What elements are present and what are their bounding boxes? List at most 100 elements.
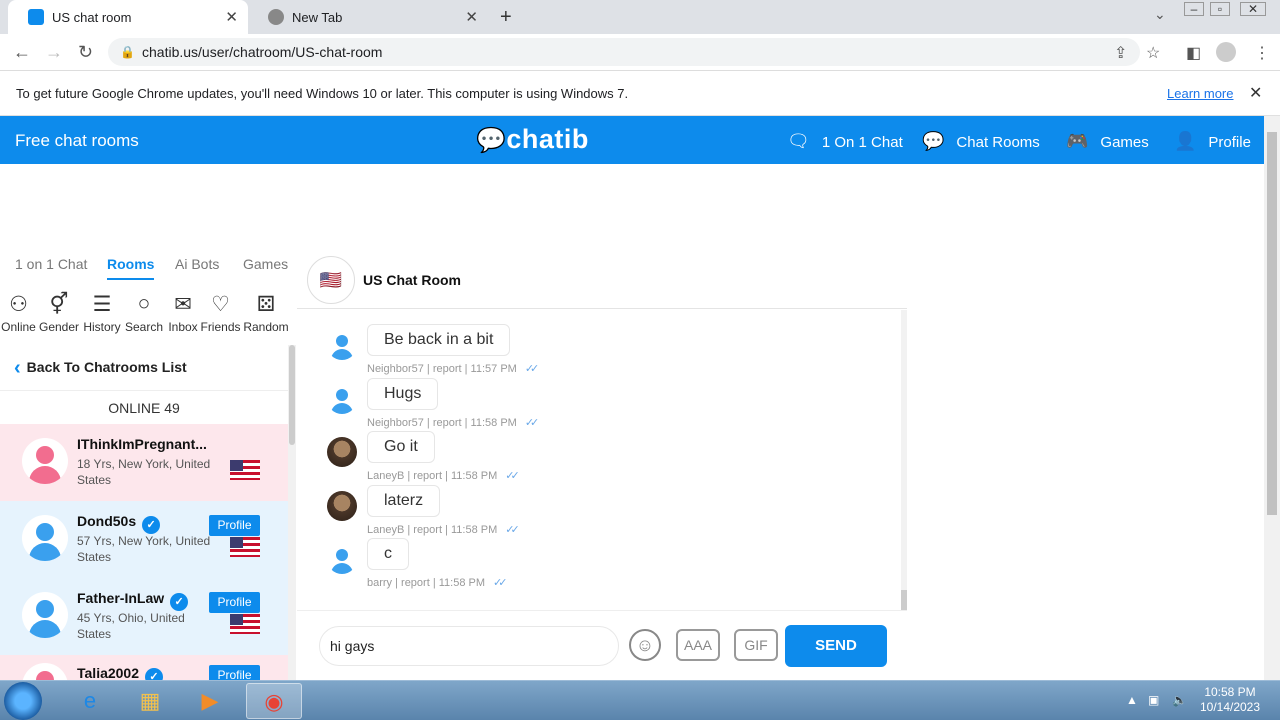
internet-explorer-icon[interactable]: e bbox=[62, 683, 118, 719]
new-tab-button[interactable]: + bbox=[500, 6, 512, 29]
inbox-button[interactable]: ✉ Inbox bbox=[166, 292, 200, 334]
nav-profile[interactable]: 👤 Profile bbox=[1174, 131, 1251, 152]
icon-label: Gender bbox=[38, 320, 80, 334]
message-meta-text: Neighbor57 | report | 11:57 PM bbox=[367, 363, 517, 375]
emoji-icon[interactable]: ☺ bbox=[629, 629, 661, 661]
online-button[interactable]: ⚇ Online bbox=[0, 292, 37, 334]
avatar[interactable] bbox=[327, 544, 357, 574]
nav-1on1-chat[interactable]: 🗨 1 On 1 Chat bbox=[787, 131, 903, 152]
minimize-button[interactable]: – bbox=[1184, 2, 1204, 16]
sidebar-scrollbar-thumb[interactable] bbox=[289, 345, 295, 445]
chat-bubble-icon: 🗨 bbox=[787, 131, 810, 151]
user-list-item[interactable]: IThinkImPregnant... 18 Yrs, New York, Un… bbox=[0, 424, 288, 501]
text-format-button[interactable]: AAA bbox=[676, 629, 720, 661]
avatar bbox=[22, 663, 68, 680]
avatar bbox=[22, 592, 68, 638]
volume-muted-icon[interactable]: 🔈 bbox=[1172, 693, 1187, 707]
user-meta: 18 Yrs, New York, United States bbox=[77, 457, 211, 487]
chat-message: Hugs Neighbor57 | report | 11:58 PM ✓✓ bbox=[327, 378, 847, 432]
gif-button[interactable]: GIF bbox=[734, 629, 778, 661]
forward-arrow-icon[interactable]: → bbox=[45, 42, 63, 63]
send-button[interactable]: SEND bbox=[785, 625, 887, 667]
media-player-icon[interactable]: ▶ bbox=[182, 683, 238, 719]
list-icon: ☰ bbox=[92, 293, 112, 316]
icon-label: History bbox=[83, 320, 121, 334]
user-list-item[interactable]: Father-InLaw ✓ 45 Yrs, Ohio, United State… bbox=[0, 578, 288, 655]
message-meta: LaneyB | report | 11:58 PM ✓✓ bbox=[367, 469, 520, 482]
gamepad-icon: 🎮 bbox=[1066, 131, 1089, 151]
bookmark-star-icon[interactable]: ☆ bbox=[1146, 43, 1160, 63]
update-infobar: To get future Google Chrome updates, you… bbox=[0, 72, 1280, 116]
restore-button[interactable]: ▫ bbox=[1210, 2, 1230, 16]
brand-link[interactable]: Free chat rooms bbox=[15, 131, 139, 151]
infobar-message: To get future Google Chrome updates, you… bbox=[16, 86, 629, 101]
file-explorer-icon[interactable]: ▦ bbox=[122, 683, 178, 719]
page-scrollbar[interactable] bbox=[1264, 116, 1280, 680]
nav-games[interactable]: 🎮 Games bbox=[1066, 131, 1149, 152]
logo-bubble-icon: 💬 bbox=[476, 127, 507, 154]
tab-us-chat-room[interactable]: US chat room ✕ bbox=[8, 0, 248, 34]
side-panel-icon[interactable]: ◧ bbox=[1186, 43, 1201, 63]
chat-scrollbar-thumb[interactable] bbox=[901, 590, 907, 610]
address-bar[interactable]: 🔒 chatib.us/user/chatroom/US-chat-room bbox=[108, 38, 1140, 66]
infobar-close-icon[interactable]: ✕ bbox=[1249, 72, 1262, 116]
room-flag-icon: 🇺🇸 bbox=[307, 256, 355, 304]
message-bubble: Go it bbox=[367, 431, 435, 463]
icon-label: Random bbox=[243, 320, 289, 334]
chrome-icon[interactable]: ◉ bbox=[246, 683, 302, 719]
avatar[interactable] bbox=[327, 437, 357, 467]
start-button[interactable] bbox=[4, 682, 42, 720]
user-name: Dond50s ✓ bbox=[77, 513, 161, 534]
read-ticks-icon: ✓✓ bbox=[505, 470, 520, 482]
back-to-chatrooms-link[interactable]: ‹ Back To Chatrooms List bbox=[14, 357, 187, 380]
page-scrollbar-thumb[interactable] bbox=[1267, 132, 1277, 515]
chat-scrollbar[interactable] bbox=[901, 310, 907, 610]
avatar[interactable] bbox=[327, 330, 357, 360]
close-tab-icon[interactable]: ✕ bbox=[465, 8, 478, 26]
tab-games[interactable]: Games bbox=[243, 256, 288, 272]
message-input[interactable] bbox=[319, 626, 619, 666]
message-meta: LaneyB | report | 11:58 PM ✓✓ bbox=[367, 523, 520, 536]
sidebar-scrollbar[interactable] bbox=[288, 345, 296, 680]
clock-date: 10/14/2023 bbox=[1199, 700, 1261, 714]
profile-button[interactable]: Profile bbox=[209, 665, 260, 680]
avatar[interactable] bbox=[327, 384, 357, 414]
tab-1on1-chat[interactable]: 1 on 1 Chat bbox=[15, 256, 87, 272]
history-button[interactable]: ☰ History bbox=[82, 292, 122, 334]
dice-icon: ⚄ bbox=[256, 293, 276, 316]
read-ticks-icon: ✓✓ bbox=[493, 577, 508, 589]
gender-button[interactable]: ⚥ Gender bbox=[38, 292, 80, 334]
message-meta-text: Neighbor57 | report | 11:58 PM bbox=[367, 417, 517, 429]
tab-search-chevron-icon[interactable]: ⌄ bbox=[1154, 6, 1166, 23]
message-meta: barry | report | 11:58 PM ✓✓ bbox=[367, 576, 508, 589]
avatar[interactable] bbox=[327, 491, 357, 521]
profile-avatar-icon[interactable] bbox=[1216, 42, 1236, 62]
nav-chat-rooms[interactable]: 💬 Chat Rooms bbox=[922, 131, 1040, 152]
close-tab-icon[interactable]: ✕ bbox=[225, 8, 238, 26]
profile-button[interactable]: Profile bbox=[209, 515, 260, 536]
us-flag-icon bbox=[230, 537, 260, 557]
reload-icon[interactable]: ↻ bbox=[78, 42, 93, 63]
sidebar-icon-row: ⚇ Online ⚥ Gender ☰ History ○ Search ✉ Inbox … bbox=[0, 292, 296, 342]
back-arrow-icon[interactable]: ← bbox=[13, 42, 31, 63]
chatib-logo[interactable]: 💬chatib bbox=[476, 124, 589, 155]
friends-button[interactable]: ♡ Friends bbox=[200, 292, 241, 334]
tab-rooms[interactable]: Rooms bbox=[107, 256, 155, 280]
user-list-item[interactable]: Dond50s ✓ 57 Yrs, New York, United States… bbox=[0, 501, 288, 578]
learn-more-link[interactable]: Learn more bbox=[1167, 72, 1233, 116]
tray-expand-icon[interactable]: ▲ bbox=[1126, 693, 1138, 707]
nav-label: Games bbox=[1100, 134, 1149, 151]
profile-button[interactable]: Profile bbox=[209, 592, 260, 613]
menu-kebab-icon[interactable]: ⋮ bbox=[1254, 43, 1270, 63]
random-button[interactable]: ⚄ Random bbox=[242, 292, 290, 334]
tab-ai-bots[interactable]: Ai Bots bbox=[175, 256, 219, 272]
share-icon[interactable]: ⇪ bbox=[1114, 43, 1127, 63]
chat-message: laterz LaneyB | report | 11:58 PM ✓✓ bbox=[327, 485, 847, 539]
user-list-item[interactable]: Talia2002 ✓ Profile bbox=[0, 655, 288, 680]
system-clock[interactable]: 10:58 PM 10/14/2023 bbox=[1196, 685, 1264, 715]
search-button[interactable]: ○ Search bbox=[123, 292, 165, 334]
window-close-button[interactable]: ✕ bbox=[1240, 2, 1266, 16]
tab-new-tab[interactable]: New Tab ✕ bbox=[248, 0, 488, 34]
user-name: IThinkImPregnant... bbox=[77, 436, 207, 452]
network-icon[interactable]: ▣ bbox=[1148, 693, 1159, 707]
